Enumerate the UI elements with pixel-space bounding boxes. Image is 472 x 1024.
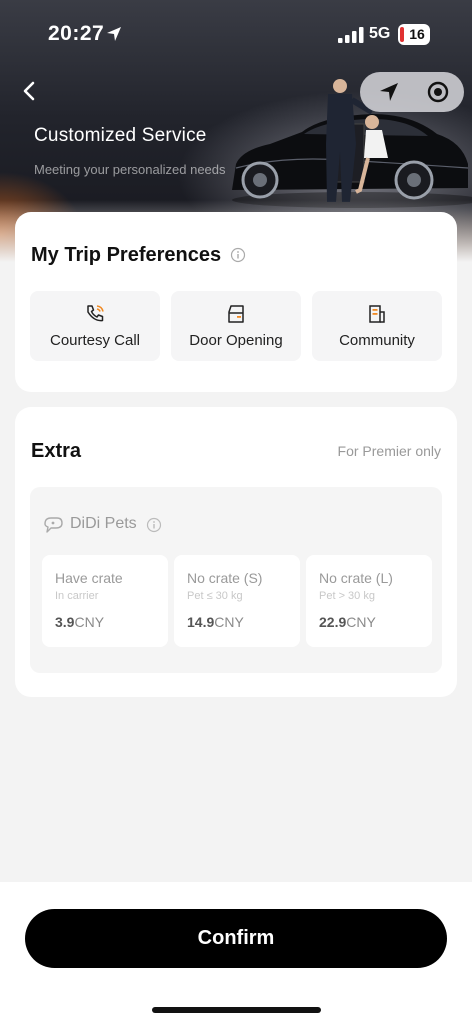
preferences-title: My Trip Preferences bbox=[31, 244, 222, 266]
pref-courtesy-call[interactable]: Courtesy Call bbox=[30, 291, 160, 361]
info-icon[interactable] bbox=[230, 247, 246, 263]
price-unit: CNY bbox=[346, 614, 376, 630]
home-indicator[interactable] bbox=[152, 1007, 321, 1013]
status-bar: 20:27 5G 16 bbox=[0, 0, 472, 70]
pet-option-sub: Pet > 30 kg bbox=[319, 590, 375, 602]
pref-label: Courtesy Call bbox=[49, 332, 141, 349]
pet-option-sub: Pet ≤ 30 kg bbox=[187, 590, 243, 602]
pet-option-no-crate-s[interactable]: No crate (S) Pet ≤ 30 kg 14.9CNY bbox=[174, 555, 300, 647]
car-door-icon bbox=[228, 305, 244, 323]
trip-preferences-card: My Trip Preferences Courtesy Call Door O… bbox=[15, 212, 457, 392]
map-controls-pill bbox=[360, 72, 464, 112]
bottom-action-bar: Confirm bbox=[0, 882, 472, 1024]
building-icon bbox=[369, 305, 385, 323]
extra-card: Extra For Premier only DiDi Pets Have cr… bbox=[15, 407, 457, 697]
phone-ring-icon bbox=[87, 305, 104, 322]
preference-options: Courtesy Call Door Opening Community bbox=[30, 291, 442, 361]
status-time: 20:27 bbox=[48, 22, 105, 45]
price-unit: CNY bbox=[214, 614, 244, 630]
pet-option-have-crate[interactable]: Have crate In carrier 3.9CNY bbox=[42, 555, 168, 647]
pet-option-price: 3.9CNY bbox=[55, 614, 104, 630]
didi-pets-section: DiDi Pets Have crate In carrier 3.9CNY N… bbox=[30, 487, 442, 673]
pref-community[interactable]: Community bbox=[312, 291, 442, 361]
location-arrow-icon bbox=[107, 27, 121, 41]
price-value: 14.9 bbox=[187, 614, 215, 630]
pet-option-price: 22.9CNY bbox=[319, 614, 376, 630]
page-subtitle: Meeting your personalized needs bbox=[34, 162, 226, 177]
pet-option-title: No crate (L) bbox=[319, 570, 393, 586]
confirm-button[interactable]: Confirm bbox=[25, 909, 447, 968]
pet-options: Have crate In carrier 3.9CNY No crate (S… bbox=[42, 555, 434, 647]
price-unit: CNY bbox=[74, 614, 105, 630]
extra-title: Extra bbox=[31, 440, 82, 462]
pet-paw-icon bbox=[44, 517, 63, 533]
pet-option-price: 14.9CNY bbox=[187, 614, 244, 630]
battery-icon: 16 bbox=[398, 24, 430, 45]
price-value: 22.9 bbox=[319, 614, 347, 630]
cellular-signal-icon bbox=[338, 27, 364, 43]
extra-note: For Premier only bbox=[337, 443, 441, 459]
pref-door-opening[interactable]: Door Opening bbox=[171, 291, 301, 361]
locate-target-icon[interactable] bbox=[426, 80, 450, 104]
page-title: Customized Service bbox=[34, 125, 207, 146]
pet-option-no-crate-l[interactable]: No crate (L) Pet > 30 kg 22.9CNY bbox=[306, 555, 432, 647]
back-chevron-icon[interactable] bbox=[18, 78, 42, 104]
pet-option-title: No crate (S) bbox=[187, 570, 263, 586]
battery-level: 16 bbox=[409, 26, 425, 42]
pets-title: DiDi Pets bbox=[70, 515, 137, 532]
pref-label: Door Opening bbox=[189, 332, 283, 349]
price-value: 3.9 bbox=[55, 614, 75, 630]
info-icon[interactable] bbox=[146, 517, 162, 533]
navigation-arrow-icon[interactable] bbox=[378, 81, 400, 103]
network-type: 5G bbox=[369, 25, 391, 42]
pet-option-sub: In carrier bbox=[55, 590, 99, 602]
pref-label: Community bbox=[339, 332, 415, 349]
pet-option-title: Have crate bbox=[55, 570, 123, 586]
